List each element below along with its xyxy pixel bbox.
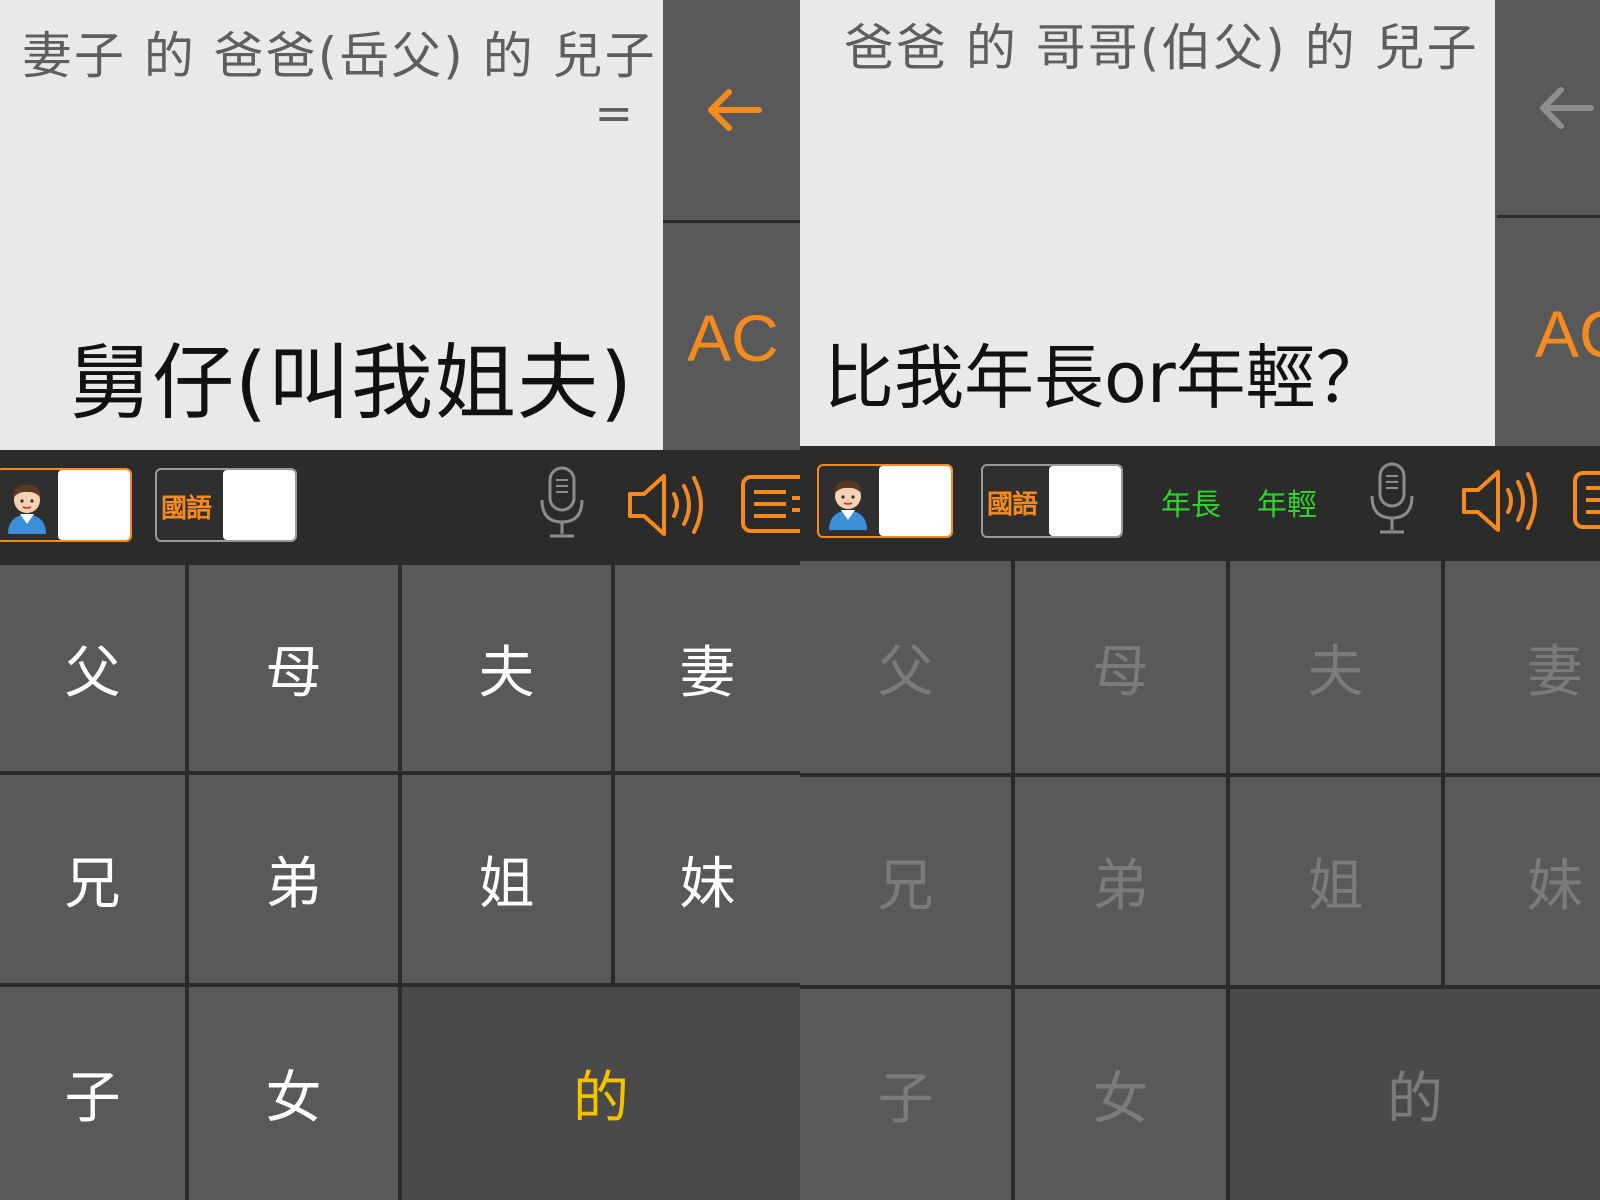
key-elder-sister: 姐: [1230, 777, 1441, 985]
key-son: 子: [800, 989, 1011, 1200]
age-question-text: 比我年長or年輕？: [824, 337, 1386, 419]
key-daughter: 女: [1015, 989, 1226, 1200]
key-younger-sister: 妹: [1445, 777, 1600, 985]
display-area: 妻子 的 爸爸(岳父) 的 兒子 = 舅仔(叫我姐夫): [0, 0, 663, 450]
key-elder-brother[interactable]: 兄: [0, 775, 185, 983]
side-controls: AC: [663, 0, 800, 450]
display-area: 爸爸 的 哥哥(伯父) 的 兒子 比我年長or年輕？: [800, 0, 1495, 446]
speaker-icon[interactable]: [1460, 464, 1544, 538]
microphone-icon[interactable]: [538, 464, 586, 544]
key-younger-brother[interactable]: 弟: [189, 775, 398, 983]
keypad: 父 母 夫 妻 兄 弟 姐 妹 子 女 的: [0, 562, 800, 1200]
toolbar: 國語: [0, 450, 800, 562]
key-elder-sister[interactable]: 姐: [402, 775, 611, 983]
speaker-icon[interactable]: [626, 468, 710, 542]
key-father: 父: [800, 561, 1011, 773]
language-label: 國語: [161, 494, 212, 524]
key-de[interactable]: 的: [402, 987, 800, 1200]
menu-icon[interactable]: [740, 474, 800, 534]
expression-text: 爸爸 的 哥哥(伯父) 的 兒子: [844, 19, 1479, 77]
key-younger-brother: 弟: [1015, 777, 1226, 985]
back-arrow-icon: [708, 89, 762, 131]
younger-option[interactable]: 年輕: [1257, 480, 1317, 524]
toolbar: 國語 年長 年輕: [800, 446, 1600, 560]
avatar-toggle[interactable]: [817, 464, 953, 538]
left-calculator-panel: 妻子 的 爸爸(岳父) 的 兒子 = 舅仔(叫我姐夫) AC 國語 父 母 夫 …: [0, 0, 800, 1200]
keypad-disabled: 父 母 夫 妻 兄 弟 姐 妹 子 女 的: [800, 560, 1600, 1200]
older-option[interactable]: 年長: [1161, 480, 1221, 524]
ac-label: AC: [1535, 296, 1600, 371]
backspace-button[interactable]: [1497, 0, 1600, 218]
key-husband: 夫: [1230, 561, 1441, 773]
key-younger-sister[interactable]: 妹: [615, 775, 800, 983]
avatar-toggle[interactable]: [0, 468, 132, 542]
all-clear-button[interactable]: AC: [663, 226, 800, 450]
key-father[interactable]: 父: [0, 565, 185, 771]
key-son[interactable]: 子: [0, 987, 185, 1200]
microphone-icon[interactable]: [1368, 460, 1416, 540]
avatar-icon: [829, 480, 867, 530]
key-daughter[interactable]: 女: [189, 987, 398, 1200]
all-clear-button[interactable]: AC: [1497, 221, 1600, 446]
menu-icon[interactable]: [1572, 470, 1600, 530]
backspace-button[interactable]: [663, 0, 800, 223]
language-toggle[interactable]: 國語: [981, 464, 1123, 538]
avatar-toggle-knob: [58, 470, 130, 540]
key-wife[interactable]: 妻: [615, 565, 800, 771]
key-mother: 母: [1015, 561, 1226, 773]
language-toggle-knob: [1049, 466, 1121, 536]
avatar-toggle-knob: [879, 466, 951, 536]
avatar-icon: [8, 484, 46, 534]
language-label: 國語: [987, 490, 1038, 520]
language-toggle-knob: [223, 470, 295, 540]
key-wife: 妻: [1445, 561, 1600, 773]
side-controls: AC: [1497, 0, 1600, 446]
key-mother[interactable]: 母: [189, 565, 398, 771]
equals-sign: =: [594, 86, 633, 140]
back-arrow-icon: [1540, 86, 1594, 129]
key-de: 的: [1230, 989, 1600, 1200]
key-husband[interactable]: 夫: [402, 565, 611, 771]
ac-label: AC: [687, 301, 779, 375]
key-elder-brother: 兄: [800, 777, 1011, 985]
language-toggle[interactable]: 國語: [155, 468, 297, 542]
result-text: 舅仔(叫我姐夫): [69, 336, 633, 431]
expression-text: 妻子 的 爸爸(岳父) 的 兒子: [22, 27, 657, 85]
right-calculator-panel: 爸爸 的 哥哥(伯父) 的 兒子 比我年長or年輕？ AC: [800, 0, 1600, 1200]
